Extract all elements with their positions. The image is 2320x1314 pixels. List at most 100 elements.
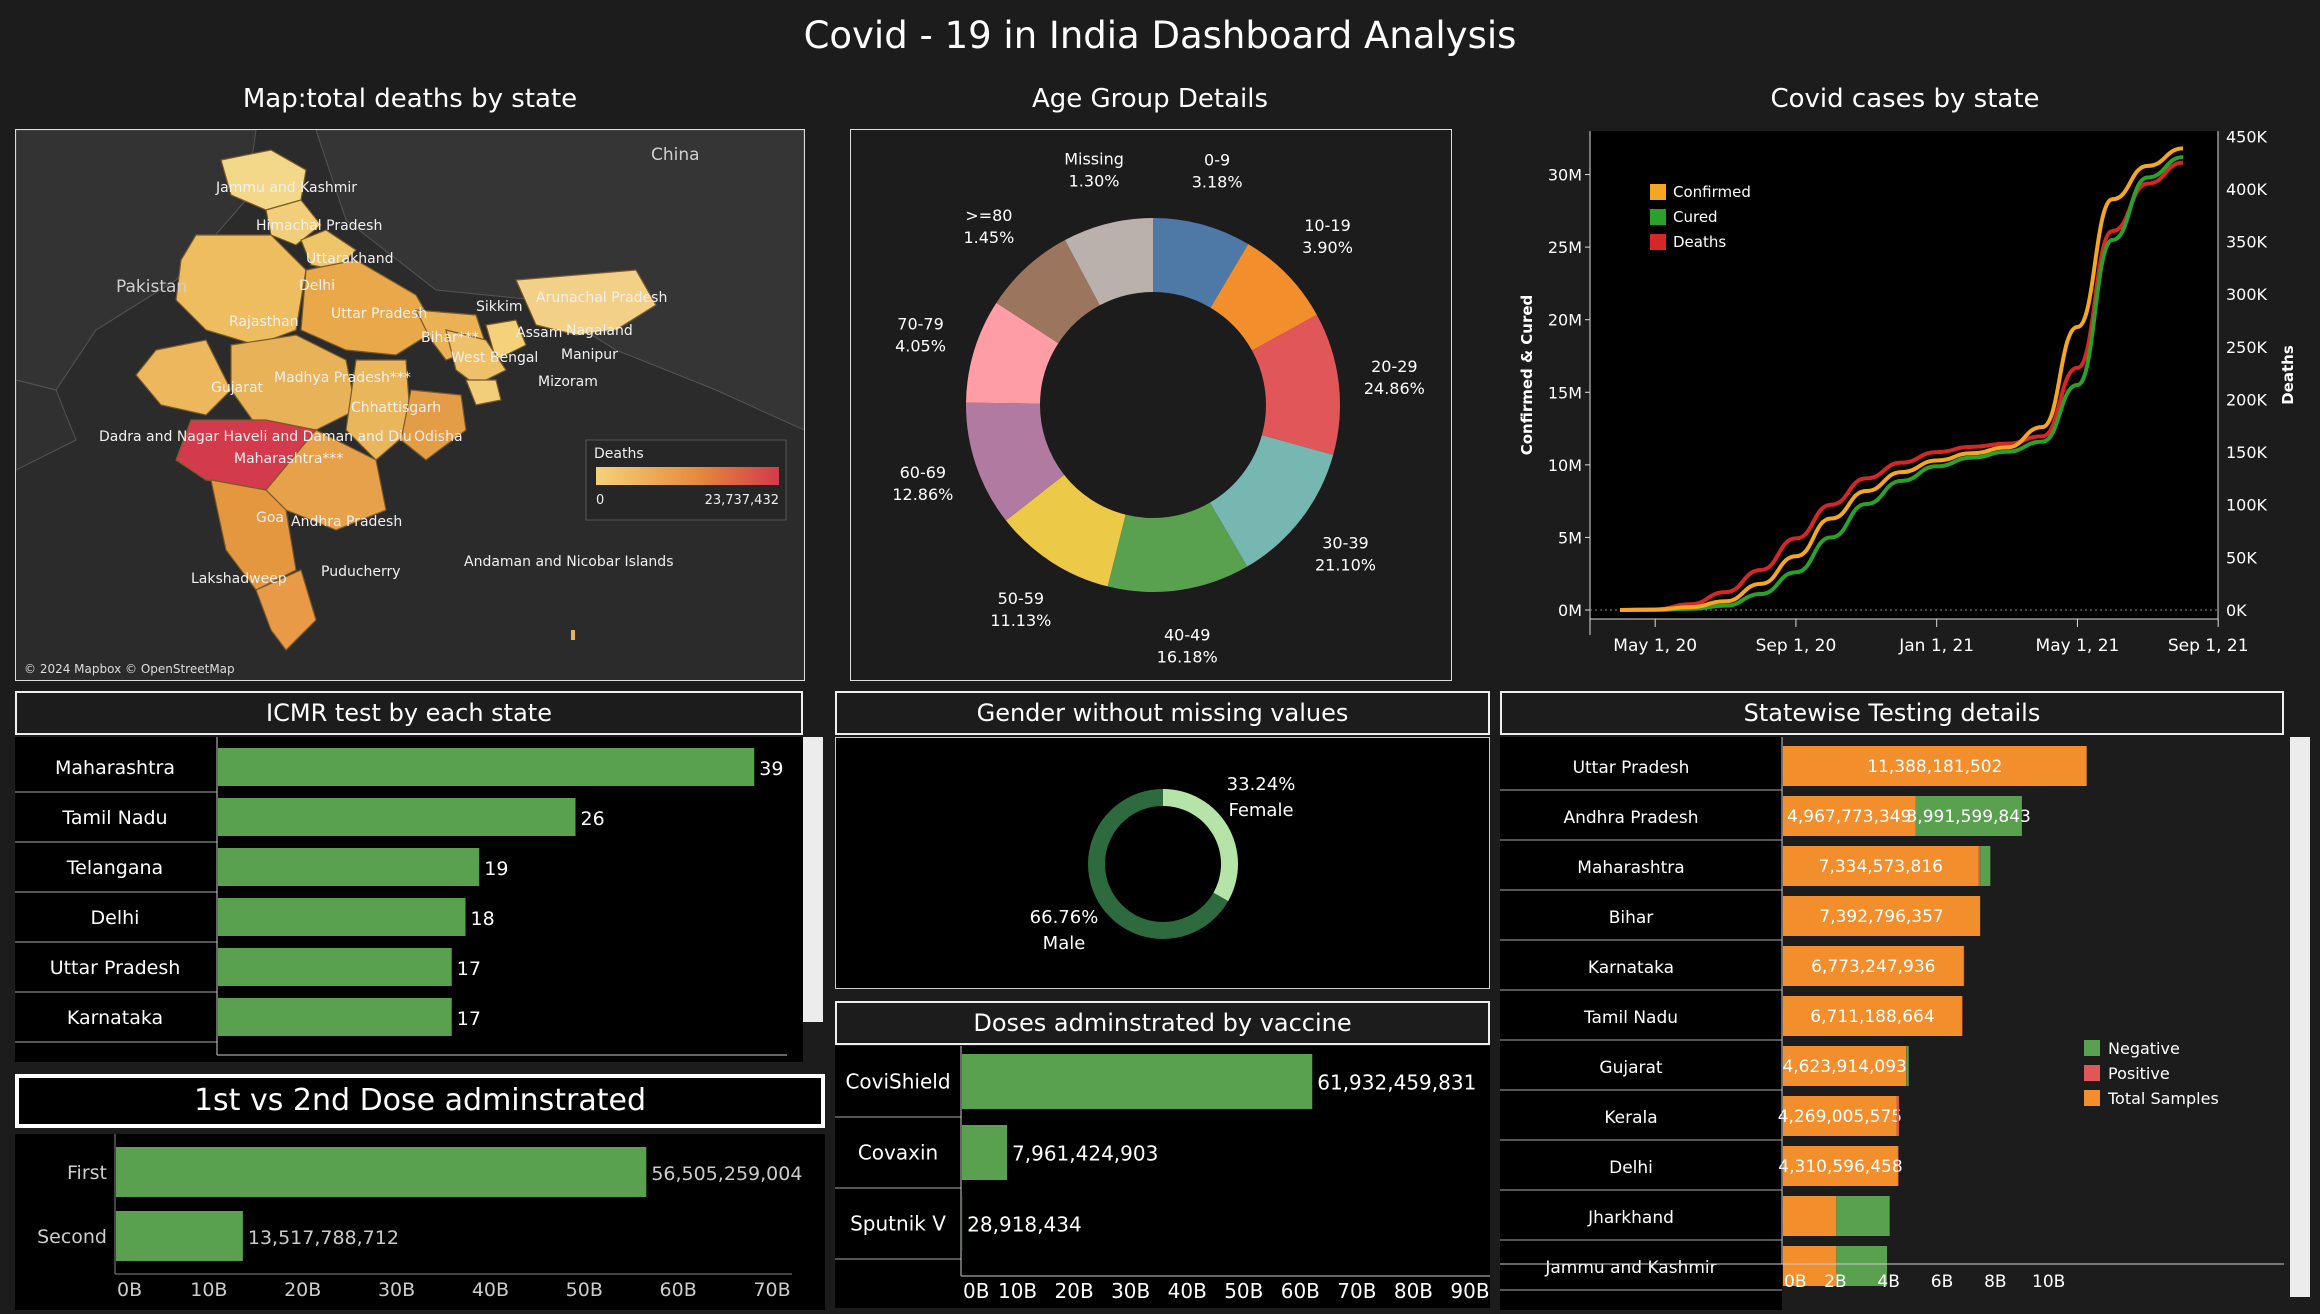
gender-donut-chart[interactable]: 33.24%Female66.76%Male (836, 738, 1489, 988)
y-axis-label: Confirmed & Cured (1518, 295, 1536, 456)
map-label-21: Andhra Pradesh (291, 514, 402, 530)
bar-total-value-Kerala: 4,269,005,575 (1778, 1107, 1902, 1127)
bar-negative-Gujarat (1907, 1046, 1909, 1086)
bar-First (116, 1147, 646, 1197)
x-tick-60B: 60B (660, 1279, 697, 1301)
y-right-tick-150K: 150K (2226, 443, 2268, 462)
age-value-Missing: 1.30% (1069, 171, 1120, 190)
y-right-tick-450K: 450K (2226, 129, 2268, 146)
map-panel[interactable]: Jammu and Kashmir Himachal Pradesh Uttar… (15, 129, 805, 681)
map-attribution: © 2024 Mapbox © OpenStreetMap (24, 662, 235, 676)
x-tick-40: 40 (755, 1060, 779, 1062)
statewise-scrollbar[interactable] (2290, 737, 2310, 1297)
bar-total-value-Andhra Pradesh: 4,967,773,349 (1787, 807, 1911, 827)
bar-value-Delhi: 18 (471, 908, 495, 930)
bar-value-Uttar Pradesh: 17 (457, 958, 481, 980)
map-label-23: Lakshadweep (191, 571, 287, 587)
bar-value-CoviShield: 61,932,459,831 (1317, 1071, 1476, 1095)
x-tick-70B: 70B (753, 1279, 790, 1301)
y-tick-25M: 25M (1548, 238, 1582, 257)
doses-vaccine-bar-chart[interactable]: CoviShield61,932,459,831Covaxin7,961,424… (835, 1046, 1490, 1308)
bar-Uttar Pradesh (218, 948, 452, 986)
x-tick-20: 20 (480, 1060, 504, 1062)
bar-category-Uttar Pradesh: Uttar Pradesh (50, 957, 181, 979)
x-tick-Sep 1, 20: Sep 1, 20 (1756, 636, 1837, 656)
age-label-10-19: 10-19 (1304, 216, 1351, 235)
bar-negative-value-Andhra Pradesh: 3,991,599,843 (1907, 807, 2031, 827)
age-donut-chart[interactable]: 0-93.18%10-193.90%20-2924.86%30-3921.10%… (851, 130, 1451, 680)
bar-negative-Jharkhand (1836, 1196, 1889, 1236)
bar-value-Maharashtra: 39 (759, 758, 783, 780)
x-tick-10: 10 (342, 1060, 366, 1062)
bar-category-Sputnik V: Sputnik V (850, 1212, 946, 1236)
x-tick-40B: 40B (1168, 1279, 1207, 1303)
x-tick-30B: 30B (1111, 1279, 1150, 1303)
x-tick-0B: 0B (117, 1279, 142, 1301)
x-tick-5: 5 (280, 1060, 292, 1062)
map-label-12: Manipur (561, 347, 618, 363)
statewise-panel: Uttar Pradesh11,388,181,502Andhra Prades… (1500, 737, 2284, 1310)
age-label->=80: >=80 (965, 206, 1012, 225)
state-label-Uttar Pradesh: Uttar Pradesh (1573, 758, 1690, 778)
bar-value-Tamil Nadu: 26 (581, 808, 605, 830)
age-value-0-9: 3.18% (1192, 173, 1243, 192)
map-label-china: China (651, 145, 700, 165)
state-label-Delhi: Delhi (1609, 1158, 1653, 1178)
bar-category-Telangana: Telangana (66, 857, 163, 879)
y-right-tick-350K: 350K (2226, 233, 2268, 252)
map-label-2: Uttarakhand (306, 251, 393, 267)
map-label-8: Assam (516, 325, 562, 341)
x-tick-40B: 40B (472, 1279, 509, 1301)
legend-swatch-Positive (2084, 1065, 2100, 1081)
bar-Maharashtra (218, 748, 754, 786)
x-tick-0B: 0B (963, 1279, 989, 1303)
y-tick-15M: 15M (1548, 383, 1582, 402)
map-label-19: Maharashtra*** (234, 451, 343, 467)
gender-title: Gender without missing values (835, 691, 1490, 735)
india-map[interactable]: Jammu and Kashmir Himachal Pradesh Uttar… (16, 130, 804, 680)
map-label-4: Rajasthan (229, 314, 299, 330)
age-label-40-49: 40-49 (1164, 626, 1211, 645)
legend-swatch-Total Samples (2084, 1090, 2100, 1106)
age-value-70-79: 4.05% (895, 336, 946, 355)
bar-category-First: First (67, 1162, 107, 1184)
x-tick-20B: 20B (284, 1279, 321, 1301)
y-right-tick-100K: 100K (2226, 496, 2268, 515)
cases-line-chart[interactable]: 0M5M10M15M20M25M30M0K50K100K150K200K250K… (1500, 129, 2308, 679)
age-label-20-29: 20-29 (1371, 357, 1418, 376)
statewise-bar-chart[interactable]: Uttar Pradesh11,388,181,502Andhra Prades… (1500, 737, 2284, 1310)
first-second-bar-chart[interactable]: First56,505,259,004Second13,517,788,7120… (15, 1134, 825, 1310)
y-right-tick-400K: 400K (2226, 180, 2268, 199)
bar-Second (116, 1211, 243, 1261)
x-tick-30: 30 (617, 1060, 641, 1062)
bar-Karnataka (218, 998, 452, 1036)
x-tick-30B: 30B (378, 1279, 415, 1301)
bar-positive-Karnataka (1964, 946, 1965, 986)
y-tick-0M: 0M (1558, 601, 1582, 620)
state-label-Bihar: Bihar (1609, 908, 1654, 928)
bar-category-CoviShield: CoviShield (845, 1070, 950, 1094)
bar-Covaxin (962, 1125, 1007, 1180)
legend-label-Positive: Positive (2108, 1064, 2170, 1083)
age-title: Age Group Details (850, 84, 1450, 114)
legend-label-Confirmed: Confirmed (1673, 183, 1751, 201)
first-second-panel: First56,505,259,004Second13,517,788,7120… (15, 1134, 825, 1310)
bar-total-value-Maharashtra: 7,334,573,816 (1819, 857, 1943, 877)
y-tick-10M: 10M (1548, 456, 1582, 475)
bar-category-Second: Second (37, 1226, 107, 1248)
age-value-50-59: 11.13% (990, 611, 1051, 630)
icmr-title: ICMR test by each state (15, 691, 803, 735)
x-tick-60B: 60B (1281, 1279, 1320, 1303)
x-tick-8B: 8B (1984, 1272, 2006, 1292)
x-tick-15: 15 (411, 1060, 435, 1062)
map-label-22: Puducherry (321, 564, 401, 580)
map-label-11: West Bengal (451, 350, 538, 366)
icmr-bar-chart[interactable]: Maharashtra39Tamil Nadu26Telangana19Delh… (15, 737, 803, 1062)
y-right-tick-250K: 250K (2226, 338, 2268, 357)
legend-swatch-Cured (1650, 209, 1666, 225)
age-value->=80: 1.45% (963, 228, 1014, 247)
x-tick-6B: 6B (1931, 1272, 1953, 1292)
map-label-13: Mizoram (538, 374, 598, 390)
map-label-1: Himachal Pradesh (256, 218, 382, 234)
icmr-scrollbar[interactable] (803, 737, 823, 1022)
